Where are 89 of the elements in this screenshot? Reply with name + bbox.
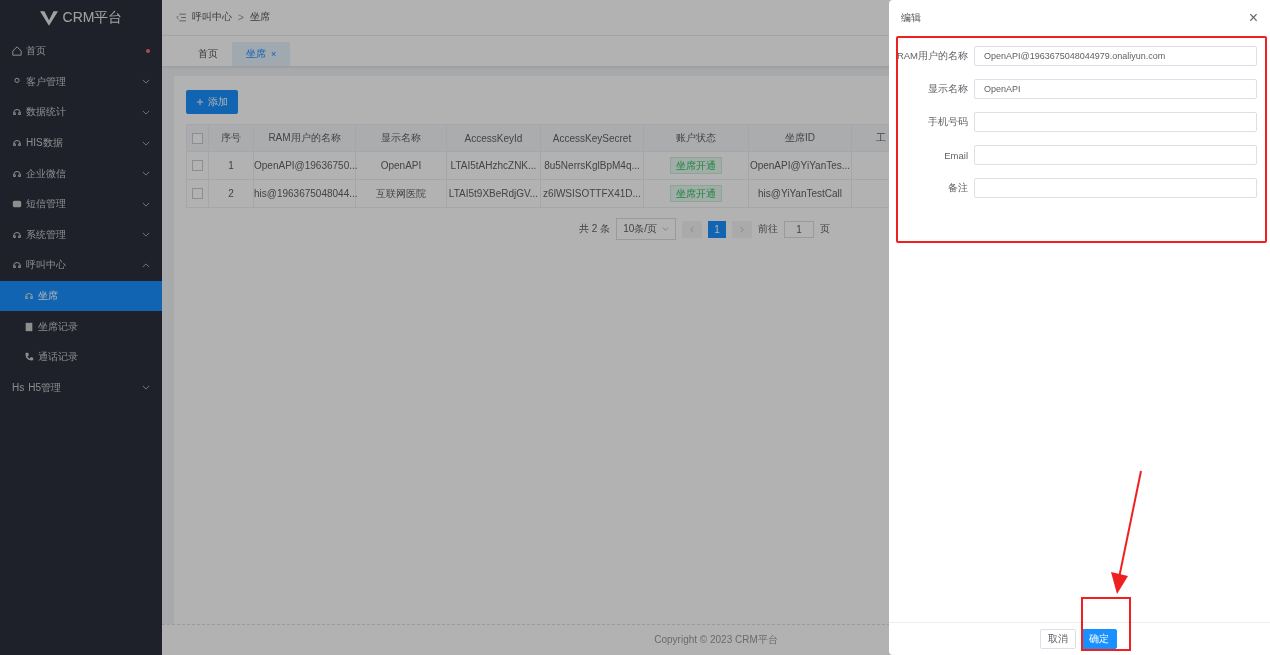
- input-field[interactable]: [974, 145, 1257, 165]
- table-cell: 1: [228, 160, 234, 171]
- table-cell: OpenAPI: [380, 160, 422, 171]
- table-cell: z6lWSISOTTFX41D...: [543, 188, 641, 199]
- menu-icon: [12, 168, 22, 179]
- menu-item[interactable]: 首页: [0, 36, 162, 67]
- table-cell: LTAI5tAHzhcZNK...: [450, 160, 537, 171]
- logo-icon: [39, 10, 58, 26]
- table-cell: OpenAPI@19636750...: [254, 160, 358, 171]
- table-cell: 互联网医院: [376, 187, 426, 199]
- table-cell: OpenAPI@YiYanTes...: [749, 160, 851, 171]
- field-label: 显示名称: [927, 82, 968, 96]
- page-size-select[interactable]: 10条/页: [616, 218, 677, 240]
- menu-item[interactable]: 数据统计: [0, 97, 162, 128]
- page-suffix: 页: [820, 222, 831, 236]
- chevron-icon: [142, 232, 150, 238]
- close-button[interactable]: ×: [1248, 9, 1258, 27]
- menu-item[interactable]: HIS数据: [0, 127, 162, 159]
- drawer-title: 编辑: [901, 11, 921, 25]
- menu-toggle-icon[interactable]: [176, 12, 186, 22]
- field-label: 备注: [947, 181, 968, 195]
- status-tag: 坐席开通: [670, 156, 722, 174]
- page-number[interactable]: 1: [708, 220, 727, 238]
- confirm-button[interactable]: 确定: [1081, 629, 1117, 649]
- copyright-text: Copyright © 2023 CRM平台: [654, 633, 778, 647]
- menu-icon: [24, 291, 34, 302]
- menu-item[interactable]: 呼叫中心: [0, 250, 162, 281]
- goto-page-field[interactable]: 1: [784, 220, 815, 238]
- menu-icon: [12, 138, 22, 149]
- total-count: 共 2 条: [579, 222, 611, 236]
- submenu-item[interactable]: 坐席记录: [0, 311, 162, 342]
- plus-icon: [196, 98, 204, 106]
- menu-icon: [12, 260, 22, 271]
- column-header: 坐席ID: [748, 124, 852, 152]
- chevron-icon: [142, 171, 150, 177]
- input-field[interactable]: [974, 178, 1257, 198]
- field-label: RAM用户的名称: [896, 49, 968, 63]
- app-name: CRM平台: [62, 9, 123, 27]
- submenu-item[interactable]: 通话记录: [0, 341, 162, 373]
- table-cell: his@1963675048044...: [254, 188, 358, 199]
- input-field[interactable]: OpenAPI@1963675048044979.onaliyun.com: [974, 46, 1257, 66]
- row-checkbox[interactable]: [192, 188, 203, 200]
- row-checkbox[interactable]: [192, 160, 203, 172]
- column-header: RAM用户的名称: [253, 124, 356, 152]
- chevron-icon: [142, 79, 150, 85]
- select-all-checkbox[interactable]: [192, 132, 203, 144]
- menu-icon: [24, 352, 34, 363]
- table-cell: 8u5NerrsKglBpM4q...: [544, 160, 640, 171]
- chevron-icon: [142, 385, 150, 391]
- column-header: AccessKeyId: [446, 124, 541, 152]
- dropdown-caret-icon: [662, 227, 670, 231]
- prev-page-button[interactable]: [682, 220, 703, 238]
- chevron-icon: [142, 201, 150, 207]
- field-label: Email: [943, 149, 968, 161]
- chevron-icon: [142, 262, 150, 268]
- menu-icon: [12, 107, 22, 118]
- chevron-icon: [142, 110, 150, 115]
- chevron-right-icon: [740, 225, 745, 233]
- menu-item[interactable]: 短信管理: [0, 188, 162, 220]
- menu-icon: [12, 229, 22, 240]
- cancel-button[interactable]: 取消: [1040, 629, 1076, 649]
- breadcrumb-separator: >: [238, 11, 244, 23]
- input-field[interactable]: [974, 112, 1257, 132]
- menu-item[interactable]: 企业微信: [0, 158, 162, 189]
- goto-label: 前往: [758, 222, 779, 236]
- status-tag: 坐席开通: [670, 184, 722, 202]
- table-cell: LTAI5t9XBeRdjGV...: [448, 188, 539, 199]
- next-page-button[interactable]: [732, 220, 753, 238]
- breadcrumb-item[interactable]: 呼叫中心: [192, 10, 232, 25]
- menu-icon: [12, 199, 22, 210]
- column-header: AccessKeySecret: [540, 124, 644, 152]
- menu-item[interactable]: Hs H5管理: [0, 372, 162, 404]
- table-cell: his@YiYanTestCall: [757, 188, 843, 199]
- column-header: 显示名称: [355, 124, 447, 152]
- tab[interactable]: 首页: [184, 42, 232, 66]
- menu-icon: [12, 46, 22, 57]
- chevron-icon: [142, 140, 150, 146]
- table-cell: 2: [228, 188, 234, 199]
- chevron-left-icon: [690, 225, 695, 233]
- menu-item[interactable]: 系统管理: [0, 219, 162, 251]
- add-button[interactable]: 添加: [186, 90, 238, 114]
- menu-icon: [24, 321, 34, 332]
- column-header: 账户状态: [643, 124, 749, 152]
- highlight-frame: [1081, 597, 1131, 651]
- column-header: 序号: [208, 124, 254, 152]
- submenu-item[interactable]: 坐席: [0, 280, 162, 312]
- breadcrumb-item[interactable]: 坐席: [249, 10, 270, 25]
- menu-item[interactable]: 客户管理: [0, 66, 162, 98]
- input-field[interactable]: OpenAPI: [974, 79, 1257, 99]
